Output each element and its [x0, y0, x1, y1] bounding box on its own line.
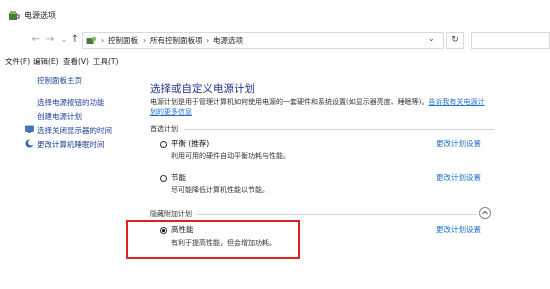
page-description: 电源计划是用于管理计算机如何使用电源的一套硬件和系统设置(如显示器亮度、睡眠等)…	[150, 97, 495, 117]
address-row: ← → ⌄ ↑ › 控制面板 › 所有控制面板项 › 电源选项 ⌄ ↻	[0, 31, 550, 51]
section-divider	[184, 129, 494, 130]
balanced-change-settings-link[interactable]: 更改计划设置	[436, 139, 481, 149]
highlight-annotation-box	[126, 220, 300, 259]
power-saver-plan-desc: 尽可能降低计算机性能以节能。	[171, 186, 269, 194]
monitor-shield-icon	[25, 125, 34, 133]
address-bar[interactable]: › 控制面板 › 所有控制面板项 › 电源选项	[82, 32, 444, 49]
collapse-hidden-plans-button[interactable]	[479, 207, 491, 219]
search-input[interactable]	[471, 32, 550, 49]
hidden-plans-label: 隐藏附加计划	[150, 210, 192, 218]
up-button[interactable]: ↑	[69, 33, 81, 47]
choose-power-button-link[interactable]: 选择电源按钮的功能	[37, 97, 105, 108]
sleep-time-link[interactable]: 更改计算机睡眠时间	[37, 139, 105, 150]
breadcrumb-all-items[interactable]: 所有控制面板项	[150, 35, 203, 46]
control-panel-icon	[86, 36, 97, 44]
power-saver-change-settings-link[interactable]: 更改计划设置	[436, 173, 481, 183]
power-options-window: 电源选项 ← → ⌄ ↑ › 控制面板 › 所有控制面板项 › 电源选项 ⌄ ↻…	[0, 0, 550, 289]
menu-tools[interactable]: 工具(T)	[93, 56, 118, 68]
chevron-up-icon	[482, 210, 488, 215]
window-title: 电源选项	[24, 11, 56, 20]
refresh-button[interactable]: ↻	[446, 32, 464, 49]
balanced-plan-name[interactable]: 平衡 (推荐)	[171, 139, 209, 149]
back-button[interactable]: ←	[30, 33, 42, 47]
breadcrumb-separator: ›	[101, 36, 105, 45]
address-dropdown-button[interactable]: ⌄	[428, 33, 435, 44]
balanced-radio[interactable]	[160, 141, 167, 148]
forward-button[interactable]: →	[44, 33, 56, 47]
section-divider	[197, 214, 477, 215]
balanced-plan-desc: 利用可用的硬件自动平衡功耗与性能。	[171, 152, 290, 160]
description-text: 电源计划是用于管理计算机如何使用电源的一套硬件和系统设置(如显示器亮度、睡眠等)…	[150, 98, 429, 106]
page-title: 选择或自定义电源计划	[150, 83, 255, 95]
title-bar: 电源选项	[0, 0, 550, 30]
menu-edit[interactable]: 编辑(E)	[33, 56, 59, 68]
power-saver-plan-name[interactable]: 节能	[171, 173, 186, 183]
breadcrumb-separator: ›	[143, 36, 147, 45]
power-saver-radio[interactable]	[160, 175, 167, 182]
display-off-time-link[interactable]: 选择关闭显示器的时间	[37, 125, 112, 136]
menu-view[interactable]: 查看(V)	[63, 56, 89, 68]
high-performance-change-settings-link[interactable]: 更改计划设置	[436, 225, 481, 235]
power-options-icon	[9, 11, 20, 20]
learn-more-link[interactable]: 告诉我有关电源计	[428, 98, 484, 106]
breadcrumb-separator: ›	[206, 36, 210, 45]
create-power-plan-link[interactable]: 创建电源计划	[37, 111, 82, 122]
breadcrumb-control-panel[interactable]: 控制面板	[108, 35, 138, 46]
moon-icon	[25, 139, 34, 148]
learn-more-link-continued[interactable]: 划的更多信息	[150, 108, 192, 116]
control-panel-home-link[interactable]: 控制面板主页	[37, 75, 82, 86]
breadcrumb-power-options[interactable]: 电源选项	[213, 35, 243, 46]
preferred-plans-label: 首选计划	[150, 125, 178, 133]
menu-file[interactable]: 文件(F)	[5, 56, 30, 68]
